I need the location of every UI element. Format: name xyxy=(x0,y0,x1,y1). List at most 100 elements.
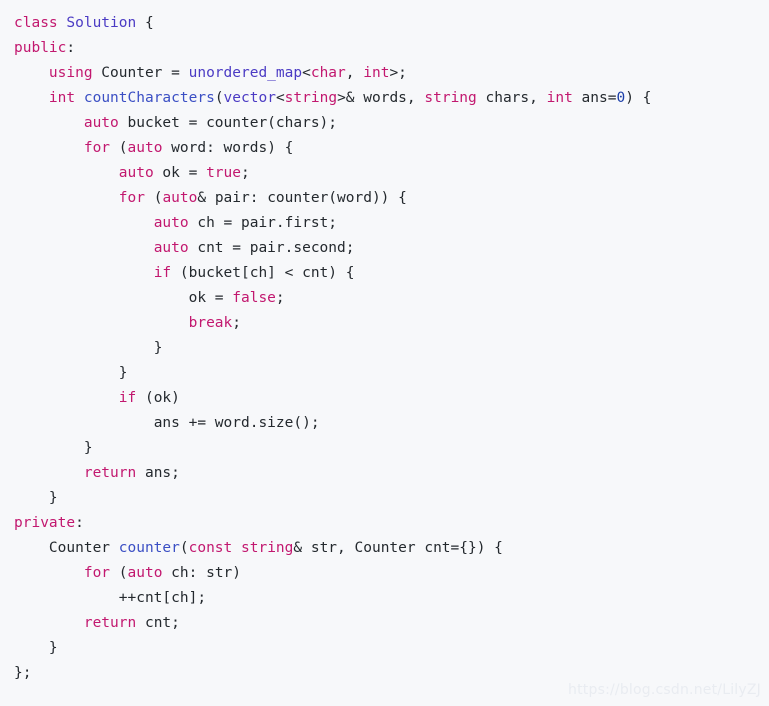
code-token-plain: ( xyxy=(144,190,163,206)
code-line: if (bucket[ch] < cnt) { xyxy=(0,261,769,286)
code-token-kw: int xyxy=(546,90,573,106)
code-token-plain: & str, Counter cnt={}) { xyxy=(293,540,503,556)
code-token-plain: { xyxy=(136,15,154,31)
code-token-kw: auto xyxy=(83,115,119,131)
code-token-plain: (ok) xyxy=(136,390,180,406)
code-token-plain: ) { xyxy=(625,90,652,106)
code-token-kw: private xyxy=(14,515,76,531)
code-token-plain: ; xyxy=(241,165,250,181)
code-token-plain: ; xyxy=(275,290,285,306)
code-line: using Counter = unordered_map<char, int>… xyxy=(0,61,769,86)
code-token-plain: >& words, xyxy=(337,90,425,106)
code-token-kw: public xyxy=(14,40,67,56)
code-token-plain: ( xyxy=(179,540,189,556)
code-token-kw: for xyxy=(83,140,111,156)
code-token-kw: char xyxy=(310,65,346,81)
code-line: ok = false; xyxy=(0,286,769,311)
code-token-kw: for xyxy=(118,190,145,206)
code-token-kw: auto xyxy=(127,565,163,581)
code-line: } xyxy=(0,636,769,661)
code-token-plain: ok = xyxy=(153,165,207,181)
code-token-kw: auto xyxy=(118,165,154,181)
code-line: for (auto word: words) { xyxy=(0,136,769,161)
code-token-plain: < xyxy=(302,65,311,81)
code-line: if (ok) xyxy=(0,386,769,411)
code-line: Counter counter(const string& str, Count… xyxy=(0,536,769,561)
code-token-plain: ans; xyxy=(136,465,180,481)
code-token-fn: countCharacters xyxy=(83,90,215,106)
code-line: ans += word.size(); xyxy=(0,411,769,436)
code-token-plain: ch: str) xyxy=(162,565,242,581)
code-token-plain: ; xyxy=(232,315,241,331)
code-token-kw: using xyxy=(48,65,93,81)
code-token-plain: }; xyxy=(14,665,32,681)
code-line: return cnt; xyxy=(0,611,769,636)
code-token-plain: } xyxy=(48,640,58,656)
code-token-plain: ++cnt[ch]; xyxy=(118,590,207,606)
code-token-kw: int xyxy=(363,65,390,81)
code-token-kw: class xyxy=(14,15,58,31)
code-token-type: vector xyxy=(223,90,276,106)
code-token-kw: string xyxy=(284,90,338,106)
code-token-kw: if xyxy=(153,265,172,281)
code-token-plain: (bucket[ch] < cnt) { xyxy=(171,265,355,281)
code-line: auto ok = true; xyxy=(0,161,769,186)
code-token-plain: word: words) { xyxy=(162,140,294,156)
code-token-kw: if xyxy=(118,390,137,406)
code-token-plain: ( xyxy=(110,565,128,581)
code-token-plain: ans= xyxy=(572,90,617,106)
code-line: return ans; xyxy=(0,461,769,486)
code-line: for (auto ch: str) xyxy=(0,561,769,586)
code-token-kw: int xyxy=(48,90,76,106)
code-line: } xyxy=(0,486,769,511)
code-token-plain: chars, xyxy=(476,90,547,106)
code-token-kw: auto xyxy=(153,215,189,231)
code-token-plain: , xyxy=(345,65,364,81)
code-token-plain: } xyxy=(48,490,58,506)
code-token-kw: auto xyxy=(127,140,163,156)
code-token-kw: auto xyxy=(162,190,198,206)
code-token-kw: return xyxy=(83,615,137,631)
code-line: for (auto& pair: counter(word)) { xyxy=(0,186,769,211)
code-token-plain: : xyxy=(66,40,76,56)
code-token-kw: string xyxy=(424,90,477,106)
code-token-plain: & pair: counter(word)) { xyxy=(197,190,407,206)
code-token-kw: for xyxy=(83,565,111,581)
code-line: public: xyxy=(0,36,769,61)
code-token-plain: < xyxy=(275,90,285,106)
code-token-type: Solution xyxy=(66,15,137,31)
code-token-plain: ( xyxy=(110,140,128,156)
code-line: auto cnt = pair.second; xyxy=(0,236,769,261)
code-token-type: unordered_map xyxy=(188,65,303,81)
code-block[interactable]: class Solution { public: using Counter = … xyxy=(0,11,769,706)
code-token-plain: } xyxy=(83,440,93,456)
code-token-plain: } xyxy=(153,340,163,356)
code-token-plain: cnt; xyxy=(136,615,180,631)
code-token-fn: counter xyxy=(118,540,180,556)
watermark-text: https://blog.csdn.net/LilyZJ xyxy=(568,682,761,698)
code-line: } xyxy=(0,336,769,361)
code-token-plain: ch = pair.first; xyxy=(188,215,338,231)
code-token-kw: break xyxy=(188,315,233,331)
code-token-kw: false xyxy=(232,290,276,306)
code-token-plain: } xyxy=(118,365,128,381)
